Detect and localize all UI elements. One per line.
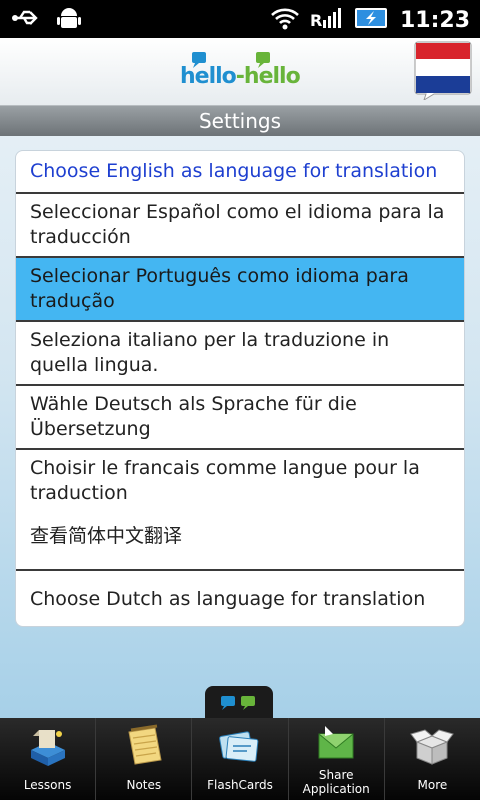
- nav-label-share: Share Application: [289, 768, 384, 796]
- signal-icon: R: [310, 6, 344, 34]
- flashcards-tab-indicator: [205, 686, 273, 720]
- list-item-portuguese[interactable]: Selecionar Português como idioma para tr…: [16, 258, 464, 322]
- notepad-icon: [128, 724, 162, 765]
- nav-label-share-text: Share Application: [302, 768, 370, 796]
- android-icon: [56, 6, 82, 36]
- envelope-share-icon: [318, 726, 354, 759]
- nav-lessons[interactable]: Lessons: [0, 718, 97, 800]
- bottom-nav: Lessons Notes FlashCards Share Applicati…: [0, 718, 480, 800]
- language-list: Choose English as language for translati…: [15, 150, 465, 627]
- flashcards-icon: [219, 731, 259, 762]
- hello-hello-logo: hello-hello: [180, 50, 302, 96]
- list-item-italian[interactable]: Seleziona italiano per la traduzione in …: [16, 322, 464, 386]
- nav-more[interactable]: More: [385, 718, 480, 800]
- nav-flashcards[interactable]: FlashCards: [192, 718, 289, 800]
- nav-label-flashcards: FlashCards: [207, 778, 273, 792]
- svg-text:R: R: [310, 11, 322, 30]
- box-more-icon: [410, 729, 455, 765]
- nav-label-lessons: Lessons: [23, 778, 72, 792]
- nav-label-notes: Notes: [126, 778, 162, 792]
- list-item-spanish[interactable]: Seleccionar Español como el idioma para …: [16, 194, 464, 258]
- usb-icon: [12, 6, 42, 36]
- nav-share-application[interactable]: Share Application: [289, 718, 385, 800]
- book-lessons-icon: [30, 730, 65, 766]
- app-header: hello-hello: [0, 38, 480, 106]
- list-item-chinese[interactable]: 查看简体中文翻译: [16, 512, 464, 571]
- wifi-icon: [270, 6, 300, 34]
- battery-icon: [354, 5, 390, 35]
- nav-notes[interactable]: Notes: [96, 718, 193, 800]
- list-item-french[interactable]: Choisir le francais comme langue pour la…: [16, 450, 464, 512]
- list-item-german[interactable]: Wähle Deutsch als Sprache für die Überse…: [16, 386, 464, 450]
- dutch-flag-speech-bubble-icon[interactable]: [414, 40, 472, 102]
- list-item-dutch[interactable]: Choose Dutch as language for translation: [16, 571, 464, 626]
- page-title: Settings: [0, 106, 480, 136]
- logo-part1: hello: [180, 64, 237, 89]
- clock-time: 11:23: [399, 7, 470, 33]
- status-bar: R 11:23: [0, 0, 480, 38]
- logo-dash: -: [235, 64, 245, 89]
- nav-label-more: More: [417, 778, 448, 792]
- logo-part2: hello: [243, 64, 301, 89]
- list-item-english[interactable]: Choose English as language for translati…: [16, 151, 464, 194]
